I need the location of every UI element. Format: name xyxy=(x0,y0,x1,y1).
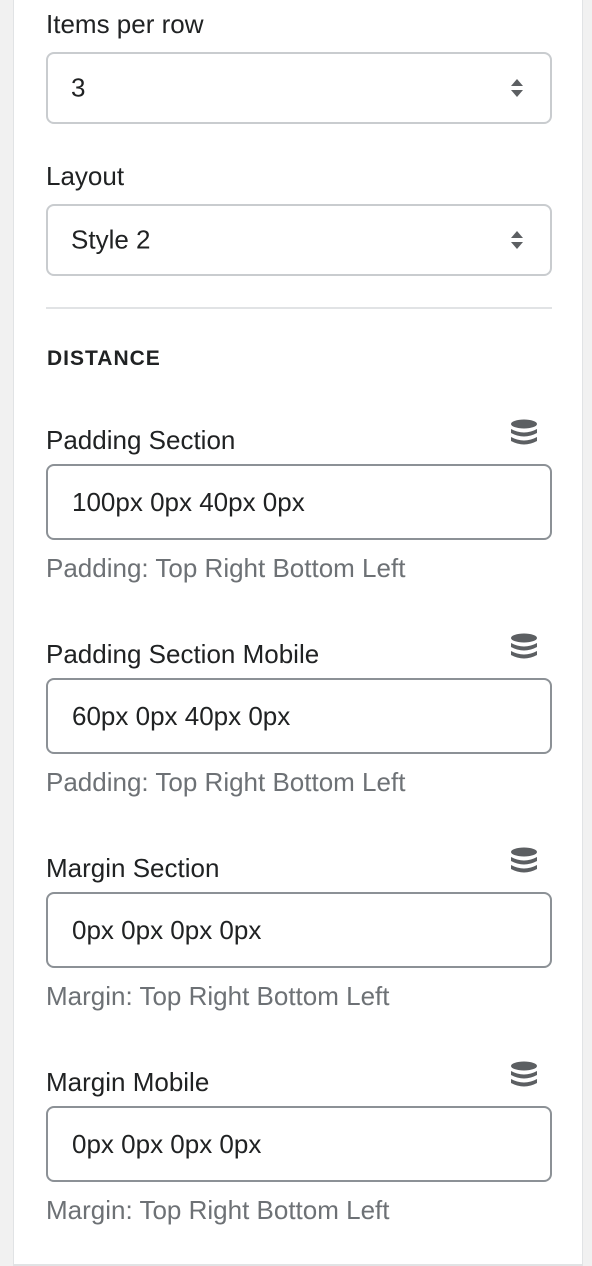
padding-section-input[interactable] xyxy=(72,466,512,538)
padding-section-mobile-label: Padding Section Mobile xyxy=(46,639,320,669)
margin-section-input[interactable] xyxy=(72,894,512,966)
layout-select[interactable]: Style 2 xyxy=(46,204,552,276)
margin-mobile-input[interactable] xyxy=(72,1108,512,1180)
items-per-row-label: Items per row xyxy=(46,9,204,39)
margin-mobile-help: Margin: Top Right Bottom Left xyxy=(46,1195,390,1225)
padding-section-field[interactable] xyxy=(46,464,552,540)
select-arrows-icon xyxy=(511,79,523,97)
database-icon[interactable] xyxy=(508,846,540,878)
database-icon[interactable] xyxy=(508,632,540,664)
margin-section-field[interactable] xyxy=(46,892,552,968)
padding-section-mobile-help: Padding: Top Right Bottom Left xyxy=(46,767,406,797)
distance-heading: DISTANCE xyxy=(47,347,161,370)
padding-section-label: Padding Section xyxy=(46,425,236,455)
layout-value: Style 2 xyxy=(71,224,151,255)
padding-section-mobile-field[interactable] xyxy=(46,678,552,754)
items-per-row-value: 3 xyxy=(71,72,86,103)
margin-section-label: Margin Section xyxy=(46,853,220,883)
margin-mobile-field[interactable] xyxy=(46,1106,552,1182)
padding-section-help: Padding: Top Right Bottom Left xyxy=(46,553,406,583)
padding-section-mobile-input[interactable] xyxy=(72,680,512,752)
layout-label: Layout xyxy=(46,161,125,191)
margin-section-help: Margin: Top Right Bottom Left xyxy=(46,981,390,1011)
select-arrows-icon xyxy=(511,231,523,249)
database-icon[interactable] xyxy=(508,1060,540,1092)
margin-mobile-label: Margin Mobile xyxy=(46,1067,210,1097)
items-per-row-select[interactable]: 3 xyxy=(46,52,552,124)
database-icon[interactable] xyxy=(508,418,540,450)
section-divider xyxy=(46,307,552,309)
